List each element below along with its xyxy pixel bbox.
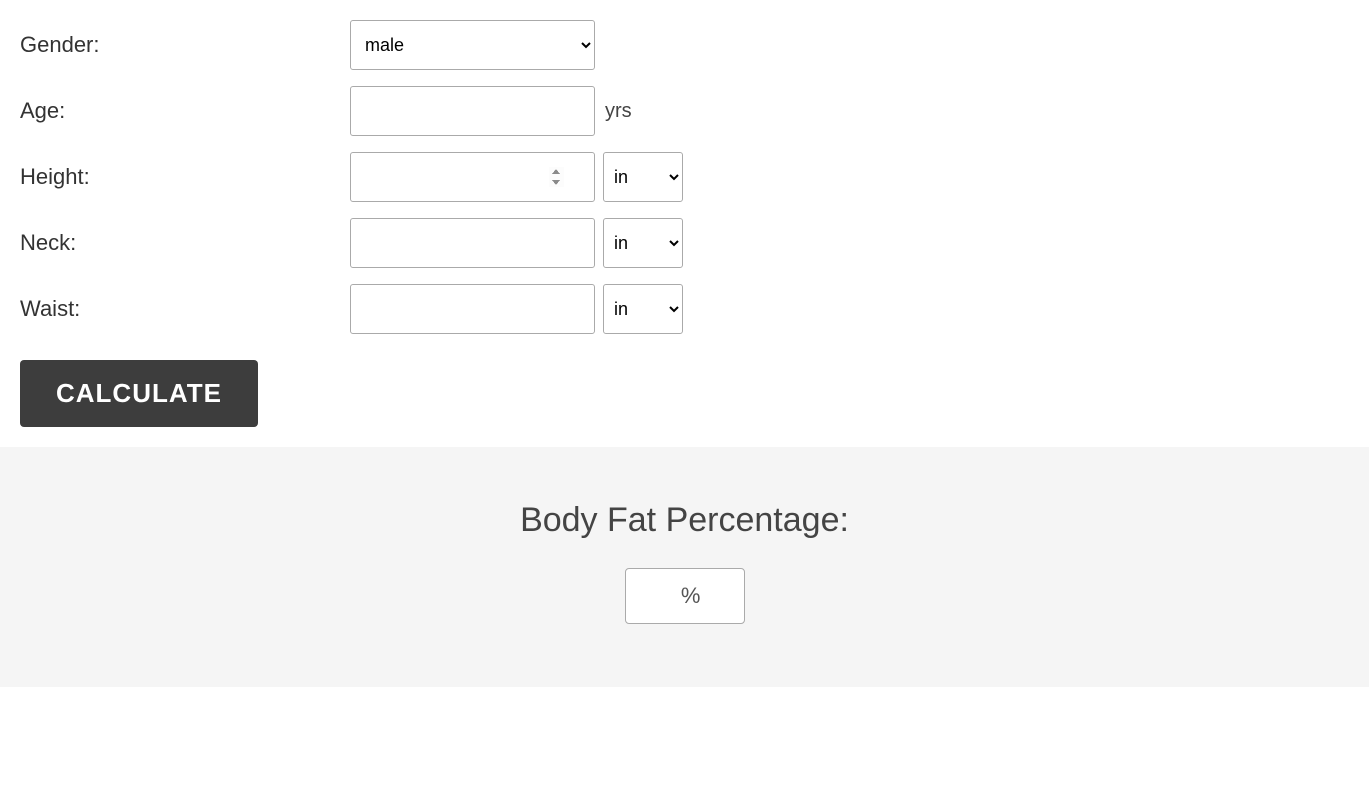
height-input[interactable]	[350, 152, 595, 202]
height-row: Height: in cm	[20, 152, 1349, 202]
age-row: Age: yrs	[20, 86, 1349, 136]
waist-unit-select[interactable]: in cm	[603, 284, 683, 334]
neck-input[interactable]	[350, 218, 595, 268]
result-suffix: %	[681, 583, 701, 608]
result-container: Body Fat Percentage: %	[0, 447, 1369, 687]
height-label: Height:	[20, 164, 350, 190]
gender-row: Gender: male female	[20, 20, 1349, 70]
age-label: Age:	[20, 98, 350, 124]
gender-select[interactable]: male female	[350, 20, 595, 70]
neck-label: Neck:	[20, 230, 350, 256]
form-container: Gender: male female Age: yrs Height: in …	[0, 0, 1369, 447]
height-input-wrapper	[350, 152, 595, 202]
result-value	[669, 583, 681, 608]
result-title: Body Fat Percentage:	[520, 501, 849, 540]
calculate-button-row: CALCULATE	[20, 350, 1349, 427]
age-suffix: yrs	[605, 100, 632, 123]
height-unit-select[interactable]: in cm	[603, 152, 683, 202]
age-input[interactable]	[350, 86, 595, 136]
gender-label: Gender:	[20, 32, 350, 58]
result-value-box: %	[625, 568, 745, 624]
waist-label: Waist:	[20, 296, 350, 322]
calculate-button[interactable]: CALCULATE	[20, 360, 258, 427]
neck-row: Neck: in cm	[20, 218, 1349, 268]
neck-unit-select[interactable]: in cm	[603, 218, 683, 268]
waist-input[interactable]	[350, 284, 595, 334]
waist-row: Waist: in cm	[20, 284, 1349, 334]
